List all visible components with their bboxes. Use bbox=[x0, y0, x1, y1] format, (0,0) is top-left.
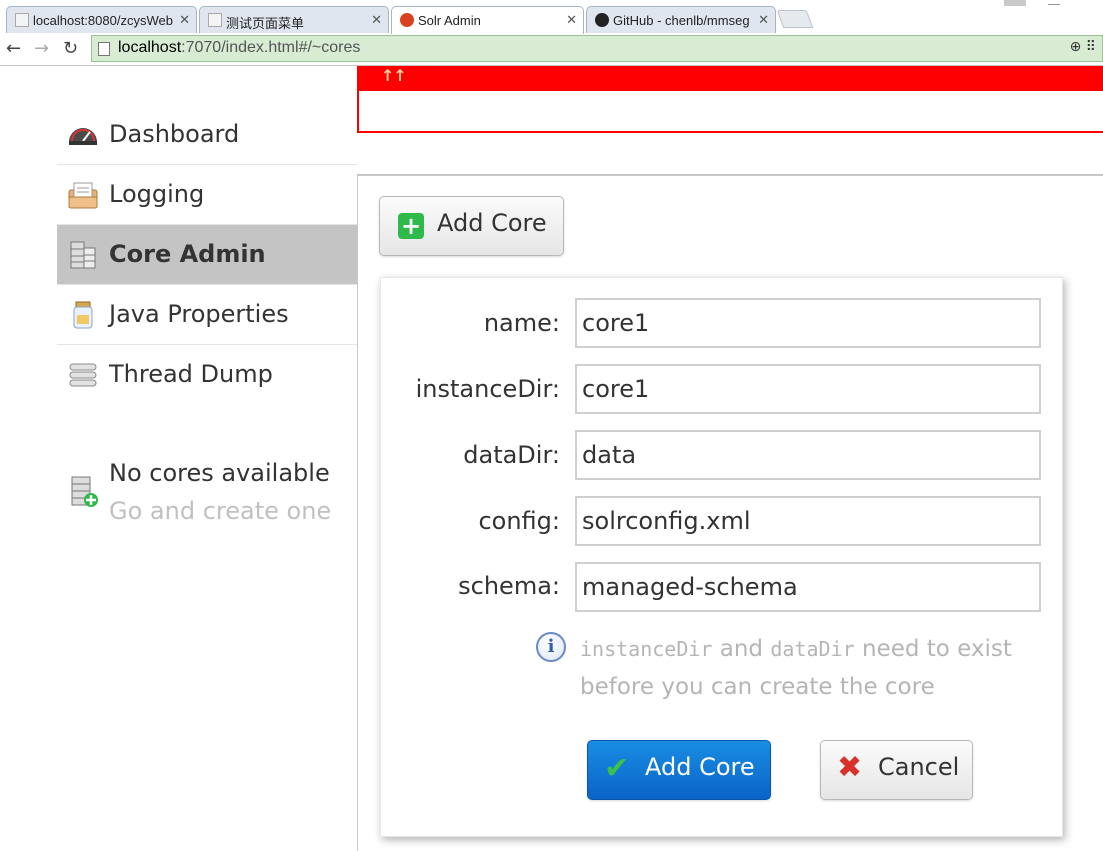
cancel-button[interactable]: ✖ Cancel bbox=[820, 740, 973, 800]
name-label: name: bbox=[483, 309, 560, 337]
config-field[interactable] bbox=[575, 496, 1041, 546]
close-icon[interactable]: ✕ bbox=[371, 12, 382, 28]
address-bar[interactable]: localhost:7070/index.html#/~cores ⊕ ⠿ bbox=[91, 35, 1103, 62]
form-hint: instanceDir and dataDir need to exist be… bbox=[580, 636, 1012, 700]
browser-tab-bar: localhost:8080/zcysWeb ✕ 测试页面菜单 ✕ Solr A… bbox=[0, 0, 1103, 34]
banner-glyph: ↑↑ bbox=[381, 66, 407, 85]
page-icon bbox=[98, 42, 110, 56]
no-cores-title: No cores available bbox=[109, 459, 330, 487]
checkmark-icon: ✔ bbox=[604, 751, 630, 786]
browser-toolbar: ← → ↻ localhost:7070/index.html#/~cores … bbox=[0, 33, 1103, 66]
instancedir-label: instanceDir: bbox=[415, 375, 560, 403]
error-banner: ↑↑ bbox=[357, 66, 1103, 133]
browser-tab[interactable]: GitHub - chenlb/mmseg ✕ bbox=[586, 6, 776, 33]
sidebar-item-dashboard[interactable]: Dashboard bbox=[57, 105, 357, 165]
address-url[interactable]: localhost:7070/index.html#/~cores bbox=[118, 39, 360, 57]
no-cores-notice: No cores available Go and create one bbox=[57, 455, 357, 535]
maximize-button[interactable] bbox=[1048, 0, 1060, 5]
instancedir-field[interactable] bbox=[575, 364, 1041, 414]
datadir-field[interactable] bbox=[575, 430, 1041, 480]
page-icon bbox=[15, 13, 29, 27]
browser-tab[interactable]: 测试页面菜单 ✕ bbox=[199, 6, 389, 33]
sidebar-item-logging[interactable]: Logging bbox=[57, 165, 357, 225]
create-core-link[interactable]: Go and create one bbox=[109, 497, 331, 525]
sidebar-item-thread-dump[interactable]: Thread Dump bbox=[57, 345, 357, 405]
java-properties-icon bbox=[73, 301, 93, 329]
close-icon[interactable]: ✕ bbox=[566, 12, 577, 28]
page-icon bbox=[208, 13, 222, 27]
sidebar-item-core-admin[interactable]: Core Admin bbox=[57, 225, 357, 285]
minimize-button[interactable] bbox=[1004, 0, 1026, 6]
add-core-submit-button[interactable]: ✔ Add Core bbox=[587, 740, 771, 800]
core-admin-icon bbox=[70, 241, 96, 269]
add-core-button[interactable]: + Add Core bbox=[379, 196, 564, 256]
close-icon[interactable]: ✕ bbox=[179, 12, 190, 28]
forward-arrow-icon[interactable]: → bbox=[34, 38, 49, 59]
logging-icon bbox=[68, 182, 98, 209]
sidebar-nav: Dashboard Logging Core Admin Java Proper… bbox=[57, 105, 357, 405]
schema-field[interactable] bbox=[575, 562, 1041, 612]
close-icon: ✖ bbox=[837, 750, 863, 785]
close-icon[interactable]: ✕ bbox=[758, 12, 769, 28]
zoom-icon[interactable]: ⊕ ⠿ bbox=[1070, 39, 1096, 55]
name-field[interactable] bbox=[575, 298, 1041, 348]
schema-label: schema: bbox=[458, 572, 560, 600]
github-icon bbox=[595, 13, 609, 27]
info-icon: i bbox=[536, 632, 566, 662]
add-database-icon bbox=[71, 476, 98, 507]
solr-icon bbox=[400, 13, 414, 27]
reload-icon[interactable]: ↻ bbox=[63, 38, 78, 59]
plus-icon: + bbox=[398, 213, 424, 239]
dashboard-icon bbox=[69, 128, 97, 145]
back-arrow-icon[interactable]: ← bbox=[6, 38, 21, 59]
config-label: config: bbox=[478, 507, 560, 535]
browser-tab-active[interactable]: Solr Admin ✕ bbox=[391, 6, 584, 34]
sidebar-item-java-properties[interactable]: Java Properties bbox=[57, 285, 357, 345]
browser-tab[interactable]: localhost:8080/zcysWeb ✕ bbox=[6, 6, 197, 33]
datadir-label: dataDir: bbox=[463, 441, 560, 469]
new-tab-button[interactable] bbox=[776, 10, 814, 28]
error-banner-bar bbox=[359, 66, 1103, 91]
thread-dump-icon bbox=[69, 363, 97, 387]
